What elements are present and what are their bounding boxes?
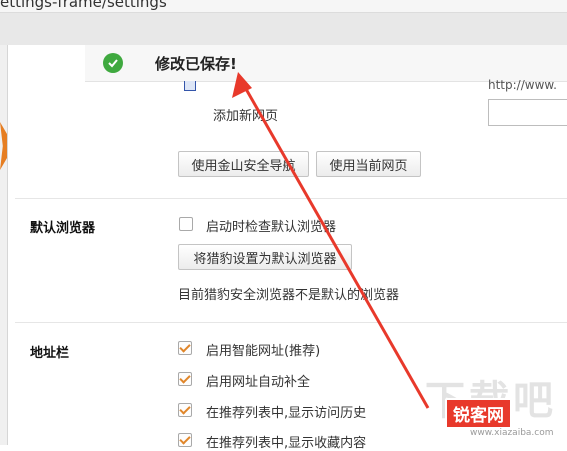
save-notification: 修改已保存! [85, 45, 567, 82]
url-autocomplete-label: 启用网址自动补全 [206, 375, 311, 390]
check-default-on-start-checkbox[interactable] [179, 217, 193, 231]
url-text: ettings-frame/settings [0, 0, 167, 11]
toolbar-band [0, 13, 567, 45]
smart-url-label: 启用智能网址(推荐) [206, 344, 321, 359]
save-message: 修改已保存! [155, 55, 237, 73]
address-bar-title: 地址栏 [30, 346, 70, 361]
check-default-on-start-label: 启动时检查默认浏览器 [206, 220, 337, 235]
partial-checkbox[interactable] [184, 81, 196, 91]
set-default-browser-button[interactable]: 将猎豹设置为默认浏览器 [178, 244, 352, 270]
check-circle-icon [103, 53, 123, 73]
new-page-input[interactable] [488, 99, 567, 126]
watermark: 下载吧 锐客网 www.xiazaiba.com [425, 368, 567, 445]
use-current-page-button[interactable]: 使用当前网页 [316, 151, 421, 177]
show-favorites-label: 在推荐列表中,显示收藏内容 [206, 436, 367, 451]
show-history-label: 在推荐列表中,显示访问历史 [206, 406, 367, 421]
add-new-page-label[interactable]: 添加新网页 [213, 105, 278, 124]
url-autocomplete-checkbox[interactable] [178, 372, 192, 386]
show-history-checkbox[interactable] [178, 403, 192, 417]
default-browser-status: 目前猎豹安全浏览器不是默认的浏览器 [178, 288, 400, 303]
address-bar[interactable]: ettings-frame/settings [0, 0, 567, 13]
default-browser-title: 默认浏览器 [30, 221, 96, 236]
watermark-url: www.xiazaiba.com [470, 428, 554, 438]
watermark-brand: 锐客网 [445, 398, 512, 429]
section-divider [15, 322, 567, 323]
use-duba-nav-button[interactable]: 使用金山安全导航 [178, 151, 309, 177]
side-strip [0, 45, 8, 445]
smart-url-checkbox[interactable] [178, 341, 192, 355]
section-divider [15, 198, 567, 199]
startup-url-text: http://www. [488, 78, 557, 92]
